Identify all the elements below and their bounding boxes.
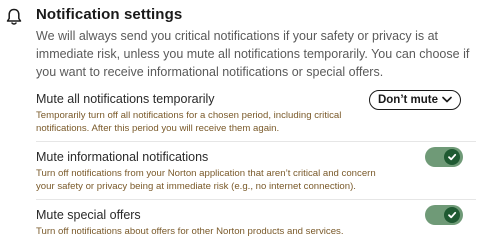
setting-mute-offers: Mute special offers Turn off notificatio… <box>36 207 466 238</box>
divider <box>36 141 476 142</box>
toggle-knob <box>444 149 460 165</box>
setting-title: Mute informational notifications <box>36 150 209 164</box>
setting-mute-informational: Mute informational notifications Turn of… <box>36 149 466 193</box>
setting-description: Turn off notifications about offers for … <box>36 226 344 237</box>
mute-informational-toggle[interactable] <box>425 147 463 167</box>
checkmark-icon <box>448 211 457 219</box>
page-title: Notification settings <box>36 6 183 23</box>
checkmark-icon <box>448 153 457 161</box>
setting-description: Temporarily turn off all notifications f… <box>36 110 342 134</box>
intro-text: We will always send you critical notific… <box>36 29 470 79</box>
dropdown-value: Don’t mute <box>377 94 439 106</box>
chevron-down-icon <box>442 94 452 106</box>
bell-icon <box>6 8 22 26</box>
toggle-knob <box>444 207 460 223</box>
mute-duration-dropdown[interactable]: Don’t mute <box>369 90 461 110</box>
divider <box>36 199 476 200</box>
setting-description: Turn off notifications from your Norton … <box>36 168 376 192</box>
setting-title: Mute special offers <box>36 208 141 222</box>
mute-offers-toggle[interactable] <box>425 205 463 225</box>
